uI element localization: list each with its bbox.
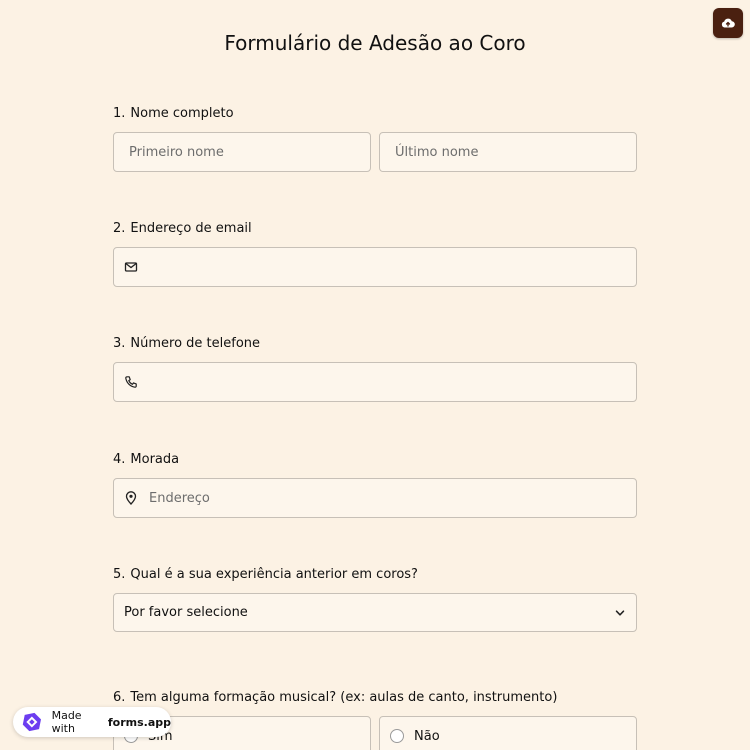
envelope-icon: [124, 262, 138, 272]
last-name-input[interactable]: Último nome: [379, 132, 637, 172]
question-number: 2.: [113, 221, 126, 236]
question-label-phone: 3. Número de telefone: [113, 336, 260, 351]
question-number: 4.: [113, 452, 126, 467]
question-number: 1.: [113, 106, 126, 121]
question-text: Qual é a sua experiência anterior em cor…: [130, 567, 418, 582]
first-name-input[interactable]: Primeiro nome: [113, 132, 371, 172]
badge-prefix: Made with: [51, 709, 82, 735]
form-title: Formulário de Adesão ao Coro: [224, 31, 526, 55]
radio-button[interactable]: [390, 729, 404, 743]
made-with-badge[interactable]: Made with forms.app: [13, 707, 171, 737]
email-field[interactable]: [113, 247, 637, 287]
cloud-upload-icon: [721, 18, 735, 28]
radio-option-nao[interactable]: Não: [379, 716, 637, 750]
question-text: Número de telefone: [130, 336, 261, 351]
question-number: 3.: [113, 336, 126, 351]
badge-brand: forms.app: [107, 715, 171, 729]
question-text: Morada: [130, 452, 180, 467]
question-label-music-training: 6. Tem alguma formação musical? (ex: aula…: [113, 690, 557, 705]
question-label-full-name: 1. Nome completo: [113, 106, 234, 121]
radio-label: Não: [414, 728, 440, 744]
question-number: 5.: [113, 567, 126, 582]
first-name-placeholder: Primeiro nome: [129, 144, 224, 160]
location-pin-icon: [125, 491, 137, 505]
question-text: Tem alguma formação musical? (ex: aulas …: [130, 690, 558, 705]
last-name-placeholder: Último nome: [395, 144, 479, 160]
phone-icon: [125, 376, 137, 388]
forms-app-logo-icon: [22, 712, 41, 732]
question-label-address: 4. Morada: [113, 452, 179, 467]
question-label-choir-experience: 5. Qual é a sua experiência anterior em c…: [113, 567, 418, 582]
question-text: Endereço de email: [130, 221, 252, 236]
question-text: Nome completo: [130, 106, 234, 121]
phone-field[interactable]: [113, 362, 637, 402]
chevron-down-icon: [615, 609, 625, 616]
select-value: Por favor selecione: [124, 605, 248, 620]
question-number: 6.: [113, 690, 126, 705]
choir-experience-select[interactable]: Por favor selecione: [113, 593, 637, 632]
address-field[interactable]: Endereço: [113, 478, 637, 518]
question-label-email: 2. Endereço de email: [113, 221, 252, 236]
